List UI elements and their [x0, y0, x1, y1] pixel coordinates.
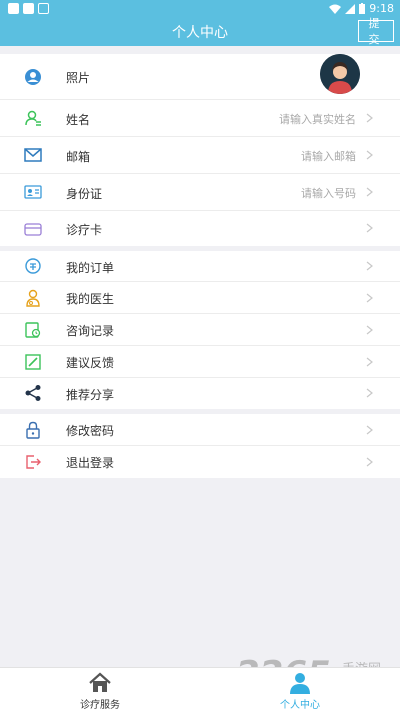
- menu-item-orders[interactable]: 我的订单: [0, 251, 400, 282]
- menu-item-records[interactable]: 咨询记录: [0, 314, 400, 346]
- app-header: 个人中心 提 交: [0, 18, 400, 46]
- chevron-right-icon: [366, 325, 373, 335]
- home-icon: [89, 672, 111, 692]
- notification-icon: [8, 3, 19, 14]
- card-icon: [24, 223, 42, 236]
- share-icon: [25, 385, 41, 401]
- row-label: 修改密码: [66, 424, 115, 438]
- row-label: 照片: [66, 71, 91, 85]
- row-label: 身份证: [66, 187, 103, 201]
- status-time: 9:18: [369, 2, 394, 15]
- chevron-right-icon: [366, 261, 373, 271]
- signal-icon: [345, 3, 356, 14]
- record-icon: [25, 322, 41, 338]
- menu-item-share[interactable]: 推荐分享: [0, 378, 400, 409]
- chevron-right-icon: [366, 425, 373, 435]
- email-input[interactable]: 请输入邮箱: [301, 148, 356, 164]
- id-card-icon: [24, 185, 42, 199]
- chevron-right-icon: [366, 457, 373, 467]
- bottom-tab-bar: 诊疗服务 个人中心: [0, 667, 400, 711]
- chevron-right-icon: [366, 113, 373, 123]
- email-row[interactable]: 邮箱 请输入邮箱: [0, 137, 400, 174]
- logout-icon: [26, 455, 41, 469]
- wifi-icon: [329, 4, 342, 14]
- chevron-right-icon: [366, 150, 373, 160]
- id-number-input[interactable]: 请输入号码: [301, 185, 356, 201]
- edit-icon: [25, 354, 41, 370]
- menu-item-doctors[interactable]: 我的医生: [0, 282, 400, 314]
- tab-medical-services[interactable]: 诊疗服务: [0, 668, 200, 711]
- notification-icon: [38, 3, 49, 14]
- lock-icon: [26, 421, 40, 439]
- chevron-right-icon: [366, 388, 373, 398]
- row-label: 我的医生: [66, 292, 115, 306]
- tab-label: 个人中心: [280, 700, 320, 711]
- order-icon: [25, 258, 41, 274]
- chevron-right-icon: [366, 187, 373, 197]
- chevron-right-icon: [366, 293, 373, 303]
- row-label: 姓名: [66, 113, 91, 127]
- medical-card-row[interactable]: 诊疗卡: [0, 211, 400, 246]
- menu-item-feedback[interactable]: 建议反馈: [0, 346, 400, 378]
- row-label: 推荐分享: [66, 388, 115, 402]
- chevron-right-icon: [366, 357, 373, 367]
- change-password-row[interactable]: 修改密码: [0, 414, 400, 446]
- row-label: 诊疗卡: [66, 223, 103, 237]
- submit-button[interactable]: 提 交: [358, 18, 394, 46]
- id-card-row[interactable]: 身份证 请输入号码: [0, 174, 400, 211]
- page-title: 个人中心: [172, 25, 228, 41]
- status-bar: 9:18: [0, 0, 400, 18]
- doctor-icon: [26, 289, 40, 307]
- row-label: 咨询记录: [66, 324, 115, 338]
- avatar[interactable]: [320, 54, 360, 94]
- row-label: 退出登录: [66, 456, 115, 470]
- person-circle-icon: [25, 69, 41, 85]
- user-icon: [25, 110, 41, 126]
- logout-row[interactable]: 退出登录: [0, 446, 400, 478]
- tab-personal-center[interactable]: 个人中心: [200, 668, 400, 711]
- chevron-right-icon: [366, 223, 373, 233]
- row-label: 我的订单: [66, 261, 115, 275]
- row-label: 邮箱: [66, 150, 91, 164]
- mail-icon: [24, 148, 42, 162]
- person-icon: [290, 673, 310, 694]
- name-input[interactable]: 请输入真实姓名: [279, 111, 356, 127]
- row-label: 建议反馈: [66, 356, 115, 370]
- avatar-image: [320, 54, 360, 94]
- name-row[interactable]: 姓名 请输入真实姓名: [0, 100, 400, 137]
- tab-label: 诊疗服务: [80, 700, 120, 711]
- battery-icon: [359, 3, 366, 14]
- notification-icon: [23, 3, 34, 14]
